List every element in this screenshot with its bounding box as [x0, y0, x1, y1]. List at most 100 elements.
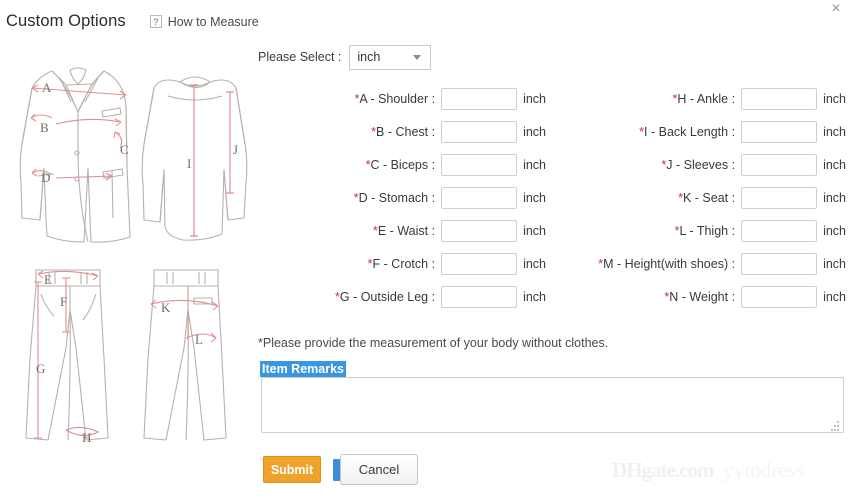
measurement-label-text: H - Ankle :	[677, 91, 736, 106]
measurement-row: *A - Shoulder : inch	[258, 82, 546, 115]
measurement-diagram: A B C D I J E F G H K L	[8, 48, 254, 458]
measurement-label-text: J - Sleeves :	[666, 157, 736, 172]
measurement-row: *E - Waist : inch	[258, 214, 546, 247]
item-remarks-input[interactable]	[261, 377, 844, 433]
measurement-unit: inch	[823, 223, 846, 238]
measurement-unit: inch	[823, 289, 846, 304]
measurement-label: *C - Biceps :	[258, 158, 441, 172]
measurement-row: *M - Height(with shoes) : inch	[546, 247, 846, 280]
measurement-input[interactable]	[441, 285, 518, 308]
measurement-input[interactable]	[441, 219, 518, 242]
measurement-label: *F - Crotch :	[258, 257, 441, 271]
how-to-measure-link[interactable]: ? How to Measure	[149, 15, 259, 29]
measurement-input[interactable]	[741, 87, 818, 110]
submit-button[interactable]: Submit	[263, 456, 321, 483]
measurement-label-text: A - Shoulder :	[359, 91, 436, 106]
measurement-column-left: *A - Shoulder : inch *B - Chest : inch *C - …	[258, 82, 546, 313]
measurement-label: *M - Height(with shoes) :	[546, 257, 741, 271]
measurement-unit: inch	[523, 223, 546, 238]
diagram-label-d: D	[41, 170, 50, 185]
diagram-label-g: G	[36, 361, 45, 376]
measurement-input[interactable]	[441, 153, 518, 176]
measurement-input[interactable]	[741, 219, 818, 242]
measurement-label-text: E - Waist :	[377, 223, 436, 238]
measurement-label: *D - Stomach :	[258, 191, 441, 205]
measurement-row: *H - Ankle : inch	[546, 82, 846, 115]
measurement-input[interactable]	[441, 87, 518, 110]
measurement-unit: inch	[823, 124, 846, 139]
measurement-row: *K - Seat : inch	[546, 181, 846, 214]
measurement-unit: inch	[523, 190, 546, 205]
measurement-label: *K - Seat :	[546, 191, 741, 205]
measurement-unit: inch	[823, 157, 846, 172]
page-title: Custom Options	[6, 12, 126, 30]
unit-select[interactable]: inch	[349, 44, 432, 70]
measurement-label: *G - Outside Leg :	[258, 290, 441, 304]
custom-options-dialog: × Custom Options ? How to Measure A B C …	[0, 0, 852, 500]
measurement-form: Please Select : inch *A - Shoulder : inch…	[258, 44, 846, 313]
measurement-input[interactable]	[741, 186, 818, 209]
measurement-label-text: K - Seat :	[682, 190, 736, 205]
measurement-unit: inch	[523, 157, 546, 172]
watermark-site: DHgate.com	[612, 458, 714, 482]
measurement-input[interactable]	[441, 120, 518, 143]
watermark-brand: yymdress	[723, 458, 804, 482]
measurement-row: *J - Sleeves : inch	[546, 148, 846, 181]
close-icon[interactable]: ×	[827, 1, 845, 19]
diagram-label-h: H	[82, 430, 91, 445]
diagram-label-e: E	[44, 272, 52, 287]
measurement-label: *H - Ankle :	[546, 92, 741, 106]
focus-highlight-strip	[333, 459, 340, 481]
cancel-button[interactable]: Cancel	[340, 454, 418, 485]
diagram-label-i: I	[187, 156, 191, 171]
measurement-label-text: G - Outside Leg :	[339, 289, 436, 304]
measurement-input[interactable]	[741, 285, 818, 308]
measurement-label-text: I - Back Length :	[644, 124, 736, 139]
item-remarks-label: Item Remarks	[260, 361, 346, 377]
watermark: DHgate.com yymdress	[612, 458, 804, 483]
diagram-label-l: L	[195, 332, 203, 347]
measurement-row: *B - Chest : inch	[258, 115, 546, 148]
measurement-unit: inch	[823, 256, 846, 271]
measurement-label: *B - Chest :	[258, 125, 441, 139]
measurement-note: *Please provide the measurement of your …	[258, 336, 609, 350]
measurement-label-text: M - Height(with shoes) :	[603, 256, 736, 271]
measurement-input[interactable]	[741, 252, 818, 275]
measurement-input[interactable]	[441, 186, 518, 209]
measurement-unit: inch	[523, 289, 546, 304]
diagram-label-j: J	[233, 142, 238, 157]
measurement-input[interactable]	[441, 252, 518, 275]
measurement-label-text: B - Chest :	[376, 124, 436, 139]
diagram-label-a: A	[42, 80, 52, 95]
measurement-row: *G - Outside Leg : inch	[258, 280, 546, 313]
measurement-label: *I - Back Length :	[546, 125, 741, 139]
measurement-label: *A - Shoulder :	[258, 92, 441, 106]
measurement-column-right: *H - Ankle : inch *I - Back Length : inch *J…	[546, 82, 846, 313]
measurement-unit: inch	[523, 91, 546, 106]
diagram-label-f: F	[60, 294, 67, 309]
measurement-label: *J - Sleeves :	[546, 158, 741, 172]
measurement-label-text: C - Biceps :	[370, 157, 436, 172]
measurement-row: *L - Thigh : inch	[546, 214, 846, 247]
diagram-label-k: K	[161, 300, 171, 315]
measurement-label-text: D - Stomach :	[358, 190, 436, 205]
dialog-header: Custom Options ? How to Measure	[6, 12, 259, 31]
measurement-label: *E - Waist :	[258, 224, 441, 238]
measurement-row: *N - Weight : inch	[546, 280, 846, 313]
measurement-row: *I - Back Length : inch	[546, 115, 846, 148]
measurement-unit: inch	[523, 256, 546, 271]
measurement-unit: inch	[523, 124, 546, 139]
measurement-unit: inch	[823, 91, 846, 106]
diagram-label-c: C	[120, 142, 129, 157]
measurement-label: *L - Thigh :	[546, 224, 741, 238]
measurement-input[interactable]	[741, 120, 818, 143]
question-mark-icon: ?	[149, 15, 162, 28]
measurement-row: *D - Stomach : inch	[258, 181, 546, 214]
measurement-input[interactable]	[741, 153, 818, 176]
measurement-row: *F - Crotch : inch	[258, 247, 546, 280]
measurement-label: *N - Weight :	[546, 290, 741, 304]
unit-select-row: Please Select : inch	[258, 44, 846, 70]
measurement-row: *C - Biceps : inch	[258, 148, 546, 181]
chevron-down-icon	[413, 55, 422, 60]
measurement-label-text: F - Crotch :	[372, 256, 436, 271]
